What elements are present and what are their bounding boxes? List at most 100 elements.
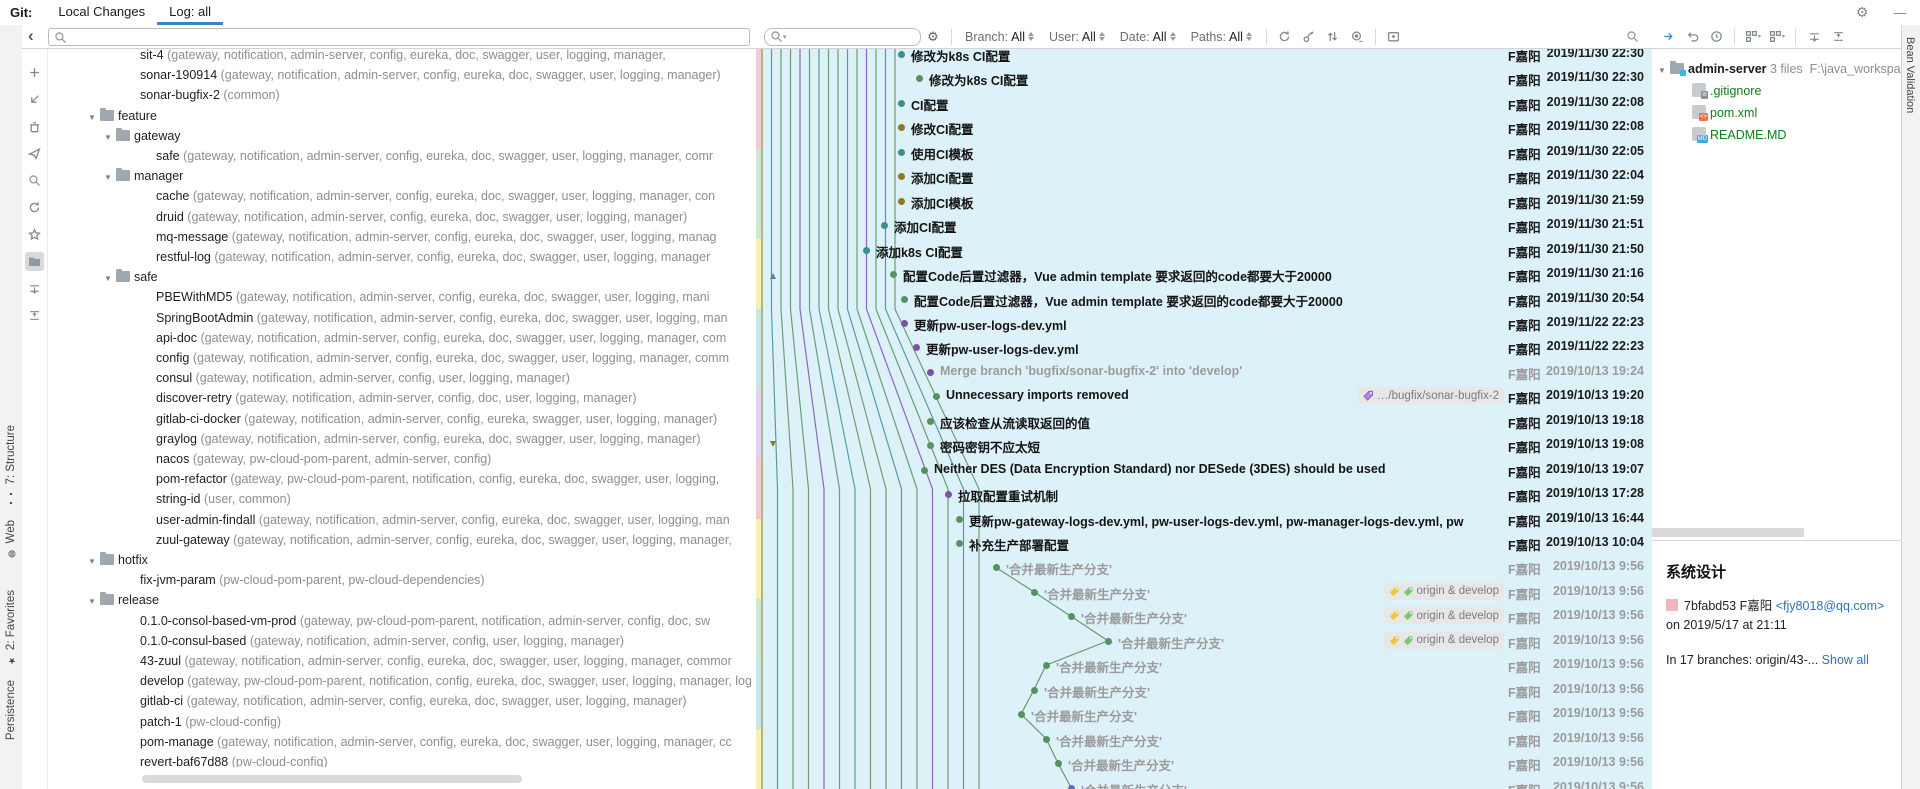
commit-row[interactable]: '合并最新生产分支' F嘉阳 2019/10/13 9:56 [756, 751, 1652, 775]
sort-button[interactable] [1323, 27, 1343, 47]
commit-row[interactable]: '合并最新生产分支' F嘉阳 2019/10/13 9:56 [756, 727, 1652, 751]
branch-folder-gateway[interactable]: ▼gateway [48, 126, 756, 146]
filter-user[interactable]: User:All [1049, 30, 1106, 44]
group-by-directory-button[interactable] [25, 252, 44, 271]
expand-all-button[interactable] [25, 279, 44, 298]
view-options-button[interactable]: ▾ [1767, 27, 1787, 47]
history-button[interactable] [1706, 27, 1726, 47]
branch-item-user-admin-findall[interactable]: user-admin-findall (gateway, notificatio… [48, 510, 756, 530]
branch-item-graylog[interactable]: graylog (gateway, notification, admin-se… [48, 429, 756, 449]
stripe-persistence[interactable]: Persistence [0, 680, 22, 740]
branch-item-patch-1[interactable]: patch-1 (pw-cloud-config) [48, 712, 756, 732]
branch-item-PBEWithMD5[interactable]: PBEWithMD5 (gateway, notification, admin… [48, 287, 756, 307]
ref-label[interactable]: …/bugfix/sonar-bugfix-2 [1358, 387, 1504, 404]
branch-item-revert-baf67d88[interactable]: revert-baf67d88 (pw-cloud-config) [48, 752, 756, 767]
stripe-favorites[interactable]: ★2: Favorites [0, 590, 22, 665]
settings-button[interactable]: ⚙ [1852, 3, 1872, 23]
branch-folder-manager[interactable]: ▼manager [48, 166, 756, 186]
changed-file-README.MD[interactable]: MDREADME.MD [1652, 125, 1902, 145]
commit-row[interactable]: 添加CI配置 F嘉阳 2019/11/30 21:51 [756, 213, 1652, 237]
commit-row[interactable]: 配置Code后置过滤器，Vue admin template 要求返回的code… [756, 262, 1652, 286]
commit-row[interactable]: 修改为k8s CI配置 F嘉阳 2019/11/30 22:30 [756, 49, 1652, 66]
rollback-button[interactable] [1682, 27, 1702, 47]
details-hscrollbar[interactable] [1652, 528, 1804, 537]
collapse-all-button[interactable] [1828, 27, 1848, 47]
ref-label[interactable]: origin & develop [1384, 632, 1504, 649]
open-new-tab-button[interactable] [1384, 27, 1404, 47]
branch-search-input[interactable] [67, 29, 749, 45]
hide-button[interactable]: — [1890, 3, 1910, 23]
commit-row[interactable]: '合并最新生产分支'origin & develop F嘉阳 2019/10/1… [756, 604, 1652, 628]
commit-row[interactable]: Unnecessary imports removed…/bugfix/sona… [756, 384, 1652, 408]
branch-folder-safe[interactable]: ▼safe [48, 267, 756, 287]
changed-file-pom.xml[interactable]: <>pom.xml [1652, 103, 1902, 123]
author-email-link[interactable]: <fjy8018@qq.com> [1776, 599, 1885, 613]
commit-row[interactable]: '合并最新生产分支' F嘉阳 2019/10/13 9:56 [756, 555, 1652, 579]
commit-row[interactable]: 添加CI模板 F嘉阳 2019/11/30 21:59 [756, 189, 1652, 213]
find-button[interactable] [1622, 27, 1642, 47]
branch-item-cache[interactable]: cache (gateway, notification, admin-serv… [48, 186, 756, 206]
changed-file-.gitignore[interactable]: ⊘.gitignore [1652, 81, 1902, 101]
branch-item-restful-log[interactable]: restful-log (gateway, notification, admi… [48, 247, 756, 267]
jump-to-source-button[interactable] [1658, 27, 1678, 47]
commit-row[interactable]: 更新pw-gateway-logs-dev.yml, pw-user-logs-… [756, 507, 1652, 531]
commit-row[interactable]: 拉取配置重试机制 F嘉阳 2019/10/13 17:28 [756, 482, 1652, 506]
branch-item-druid[interactable]: druid (gateway, notification, admin-serv… [48, 207, 756, 227]
branch-item-fix-jvm-param[interactable]: fix-jvm-param (pw-cloud-pom-parent, pw-c… [48, 570, 756, 590]
branch-item-pom-manage[interactable]: pom-manage (gateway, notification, admin… [48, 732, 756, 752]
collapse-all-button[interactable] [25, 306, 44, 325]
filter-settings-button[interactable]: ⚙ [923, 27, 943, 47]
filter-paths[interactable]: Paths:All [1191, 30, 1253, 44]
commit-row[interactable]: 添加CI配置 F嘉阳 2019/11/30 22:04 [756, 164, 1652, 188]
commit-row[interactable]: '合并最新生产分支' F嘉阳 2019/10/13 9:56 [756, 678, 1652, 702]
ref-label[interactable]: origin & develop [1384, 583, 1504, 600]
branch-item-gitlab-ci[interactable]: gitlab-ci (gateway, notification, admin-… [48, 691, 756, 711]
commit-row[interactable]: Neither DES (Data Encryption Standard) n… [756, 458, 1652, 482]
favorite-button[interactable] [25, 225, 44, 244]
branch-search-box[interactable] [48, 28, 750, 46]
commit-row[interactable]: 添加k8s CI配置 F嘉阳 2019/11/30 21:50 [756, 238, 1652, 262]
search-button[interactable] [25, 171, 44, 190]
branch-item-0.1.0-consul-based[interactable]: 0.1.0-consul-based (gateway, notificatio… [48, 631, 756, 651]
commit-row[interactable]: CI配置 F嘉阳 2019/11/30 22:08 [756, 91, 1652, 115]
commit-row[interactable]: 更新pw-user-logs-dev.yml F嘉阳 2019/11/22 22… [756, 335, 1652, 359]
add-button[interactable] [25, 63, 44, 82]
go-to-hash-button[interactable] [1299, 27, 1319, 47]
commit-row[interactable]: '合并最新生产分支'origin & develop F嘉阳 2019/10/1… [756, 629, 1652, 653]
commit-row[interactable]: 使用CI模板 F嘉阳 2019/11/30 22:05 [756, 140, 1652, 164]
tab-log-all[interactable]: Log: all [157, 0, 223, 25]
branch-item-safe[interactable]: safe (gateway, notification, admin-serve… [48, 146, 756, 166]
branch-item-43-zuul[interactable]: 43-zuul (gateway, notification, admin-se… [48, 651, 756, 671]
changed-root-admin-server[interactable]: ▼admin-server 3 files F:\java_workspace [1652, 59, 1902, 79]
commit-row[interactable]: '合并最新生产分支' F嘉阳 2019/10/13 9:56 [756, 702, 1652, 726]
log-search-input[interactable] [787, 29, 920, 45]
commit-row[interactable]: 修改CI配置 F嘉阳 2019/11/30 22:08 [756, 115, 1652, 139]
stripe-bean-validation[interactable]: Bean Validation [1904, 37, 1916, 113]
commit-row[interactable]: '合并最新生产分支' F嘉阳 2019/10/13 9:56 [756, 776, 1652, 789]
commit-row[interactable]: 密码密钥不应太短 F嘉阳 2019/10/13 19:08 [756, 433, 1652, 457]
branch-item-sonar-190914[interactable]: sonar-190914 (gateway, notification, adm… [48, 65, 756, 85]
commit-row[interactable]: 应该检查从流读取返回的值 F嘉阳 2019/10/13 19:18 [756, 409, 1652, 433]
expand-all-button[interactable] [1804, 27, 1824, 47]
branch-item-zuul-gateway[interactable]: zuul-gateway (gateway, notification, adm… [48, 530, 756, 550]
commit-row[interactable]: Merge branch 'bugfix/sonar-bugfix-2' int… [756, 360, 1652, 384]
commit-row[interactable]: 配置Code后置过滤器，Vue admin template 要求返回的code… [756, 287, 1652, 311]
branch-item-develop[interactable]: develop (gateway, pw-cloud-pom-parent, n… [48, 671, 756, 691]
delete-button[interactable] [25, 117, 44, 136]
group-by-button[interactable]: ▾ [1743, 27, 1763, 47]
pin-button[interactable] [25, 144, 44, 163]
refresh-button[interactable] [25, 198, 44, 217]
branch-item-sit-4[interactable]: sit-4 (gateway, notification, admin-serv… [48, 49, 756, 65]
commit-row[interactable]: 更新pw-user-logs-dev.yml F嘉阳 2019/11/22 22… [756, 311, 1652, 335]
tab-local-changes[interactable]: Local Changes [46, 0, 157, 25]
filter-branch[interactable]: Branch:All [965, 30, 1035, 44]
filter-date[interactable]: Date:All [1120, 30, 1177, 44]
commit-row[interactable]: '合并最新生产分支' F嘉阳 2019/10/13 9:56 [756, 653, 1652, 677]
branch-folder-release[interactable]: ▼release [48, 590, 756, 610]
branch-item-0.1.0-consol-based-vm-prod[interactable]: 0.1.0-consol-based-vm-prod (gateway, pw-… [48, 611, 756, 631]
commit-row[interactable]: 补充生产部署配置 F嘉阳 2019/10/13 10:04 [756, 531, 1652, 555]
refresh-button[interactable] [1275, 27, 1295, 47]
branch-folder-feature[interactable]: ▼feature [48, 106, 756, 126]
stripe-web[interactable]: ◍Web [0, 520, 22, 558]
commit-row[interactable]: '合并最新生产分支'origin & develop F嘉阳 2019/10/1… [756, 580, 1652, 604]
